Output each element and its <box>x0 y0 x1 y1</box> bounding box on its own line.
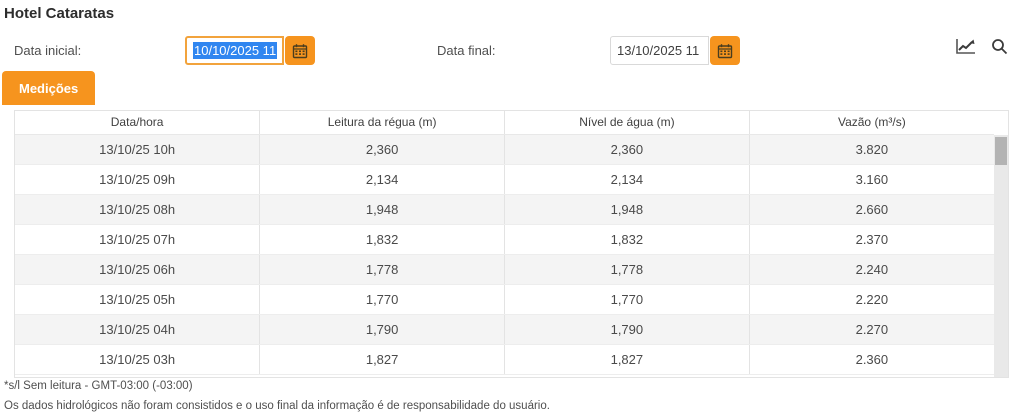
table-cell: 13/10/25 06h <box>15 254 261 285</box>
table-cell: 1,770 <box>259 284 505 315</box>
table-cell: 13/10/25 03h <box>15 344 261 375</box>
table-cell: 2,360 <box>259 134 505 165</box>
table-cell: 2,360 <box>504 134 750 165</box>
calendar-icon <box>292 43 308 59</box>
table-cell: 2.270 <box>749 314 994 345</box>
table-cell: 1,778 <box>504 254 750 285</box>
col-header-nivel: Nível de água (m) <box>504 111 750 135</box>
table-cell: 2.360 <box>749 344 994 375</box>
calendar-icon <box>717 43 733 59</box>
page: Hotel Cataratas Data inicial: 10/10/2025… <box>0 0 1024 419</box>
table-cell: 3.160 <box>749 164 994 195</box>
table-cell: 1,790 <box>504 314 750 345</box>
end-date-group: 13/10/2025 11 <box>610 36 740 65</box>
line-chart-icon <box>955 37 977 55</box>
tab-medicoes[interactable]: Medições <box>2 71 96 105</box>
table-cell: 2.370 <box>749 224 994 255</box>
table-cell: 1,790 <box>259 314 505 345</box>
search-icon <box>991 38 1008 55</box>
measurements-table-container: Data/hora Leitura da régua (m) Nível de … <box>14 110 1009 378</box>
table-cell: 1,770 <box>504 284 750 315</box>
table-cell: 13/10/25 10h <box>15 134 261 165</box>
table-scrollbar[interactable] <box>994 135 1008 377</box>
table-header: Data/hora Leitura da régua (m) Nível de … <box>15 111 994 135</box>
table-cell: 13/10/25 07h <box>15 224 261 255</box>
table-cell: 1,778 <box>259 254 505 285</box>
table-cell: 2.660 <box>749 194 994 225</box>
table-row: 13/10/25 04h 1,790 1,790 2.270 <box>15 314 994 345</box>
table-cell: 1,948 <box>504 194 750 225</box>
table-cell: 2,134 <box>504 164 750 195</box>
footnote-disclaimer: Os dados hidrológicos não foram consisti… <box>4 400 550 412</box>
toolbar <box>955 37 1008 55</box>
col-header-vazao: Vazão (m³/s) <box>749 111 994 135</box>
chart-view-button[interactable] <box>955 37 977 55</box>
end-date-calendar-button[interactable] <box>710 36 740 65</box>
table-cell: 1,827 <box>259 344 505 375</box>
table-body: 13/10/25 10h 2,360 2,360 3.820 13/10/25 09h 2… <box>15 134 994 375</box>
table-cell: 13/10/25 04h <box>15 314 261 345</box>
table-cell: 1,948 <box>259 194 505 225</box>
table-row: 13/10/25 07h 1,832 1,832 2.370 <box>15 224 994 255</box>
table-cell: 2.220 <box>749 284 994 315</box>
col-header-leitura: Leitura da régua (m) <box>259 111 505 135</box>
start-date-group: 10/10/2025 11 <box>185 36 315 65</box>
table-row: 13/10/25 08h 1,948 1,948 2.660 <box>15 194 994 225</box>
search-button[interactable] <box>991 38 1008 55</box>
table-cell: 13/10/25 05h <box>15 284 261 315</box>
table-cell: 1,832 <box>259 224 505 255</box>
table-cell: 2.240 <box>749 254 994 285</box>
end-date-text: 13/10/2025 11 <box>617 43 700 58</box>
table-cell: 3.820 <box>749 134 994 165</box>
table-cell: 2,134 <box>259 164 505 195</box>
table-row: 13/10/25 06h 1,778 1,778 2.240 <box>15 254 994 285</box>
table-cell: 13/10/25 09h <box>15 164 261 195</box>
col-header-datahora: Data/hora <box>15 111 261 135</box>
table-row: 13/10/25 05h 1,770 1,770 2.220 <box>15 284 994 315</box>
end-date-input[interactable]: 13/10/2025 11 <box>610 36 709 65</box>
start-date-calendar-button[interactable] <box>285 36 315 65</box>
table-cell: 1,832 <box>504 224 750 255</box>
start-date-selected-text: 10/10/2025 11 <box>193 42 278 59</box>
measurements-table: Data/hora Leitura da régua (m) Nível de … <box>15 111 994 375</box>
footnote-timezone: *s/l Sem leitura - GMT-03:00 (-03:00) <box>4 380 193 392</box>
start-date-label: Data inicial: <box>14 43 82 58</box>
table-row: 13/10/25 09h 2,134 2,134 3.160 <box>15 164 994 195</box>
table-scrollbar-thumb[interactable] <box>995 137 1007 165</box>
end-date-label: Data final: <box>437 43 496 58</box>
start-date-input[interactable]: 10/10/2025 11 <box>185 36 284 65</box>
table-cell: 1,827 <box>504 344 750 375</box>
table-cell: 13/10/25 08h <box>15 194 261 225</box>
page-title: Hotel Cataratas <box>4 5 115 22</box>
table-row: 13/10/25 03h 1,827 1,827 2.360 <box>15 344 994 375</box>
table-row: 13/10/25 10h 2,360 2,360 3.820 <box>15 134 994 165</box>
